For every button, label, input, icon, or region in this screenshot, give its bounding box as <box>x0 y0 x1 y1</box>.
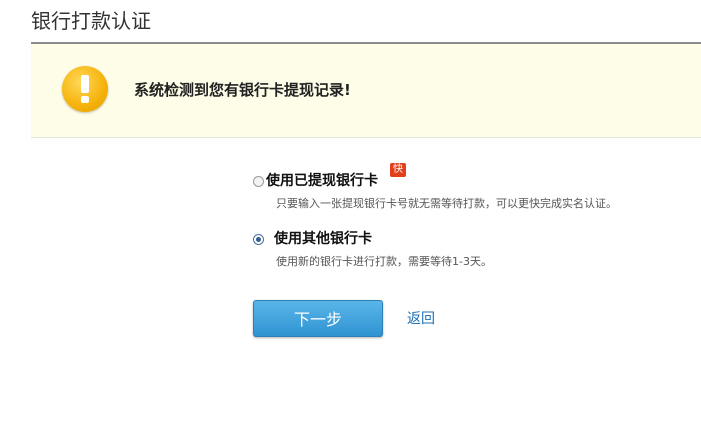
page-title: 银行打款认证 <box>31 9 151 33</box>
option-label[interactable]: 使用已提现银行卡 <box>266 172 378 190</box>
back-link[interactable]: 返回 <box>407 309 435 329</box>
option-description: 使用新的银行卡进行打款，需要等待1-3天。 <box>276 255 492 268</box>
next-step-button[interactable]: 下一步 <box>253 300 383 337</box>
option-description: 只要输入一张提现银行卡号就无需等待打款，可以更快完成实名认证。 <box>276 197 617 210</box>
radio-withdrawn-card[interactable] <box>253 176 264 187</box>
option-label[interactable]: 使用其他银行卡 <box>274 230 372 248</box>
exclamation-warning-icon <box>62 66 108 112</box>
fast-badge: 快 <box>390 163 406 177</box>
radio-other-card[interactable] <box>253 234 264 245</box>
notice-text: 系统检测到您有银行卡提现记录! <box>134 81 351 99</box>
notice-banner: 系统检测到您有银行卡提现记录! <box>31 44 701 138</box>
